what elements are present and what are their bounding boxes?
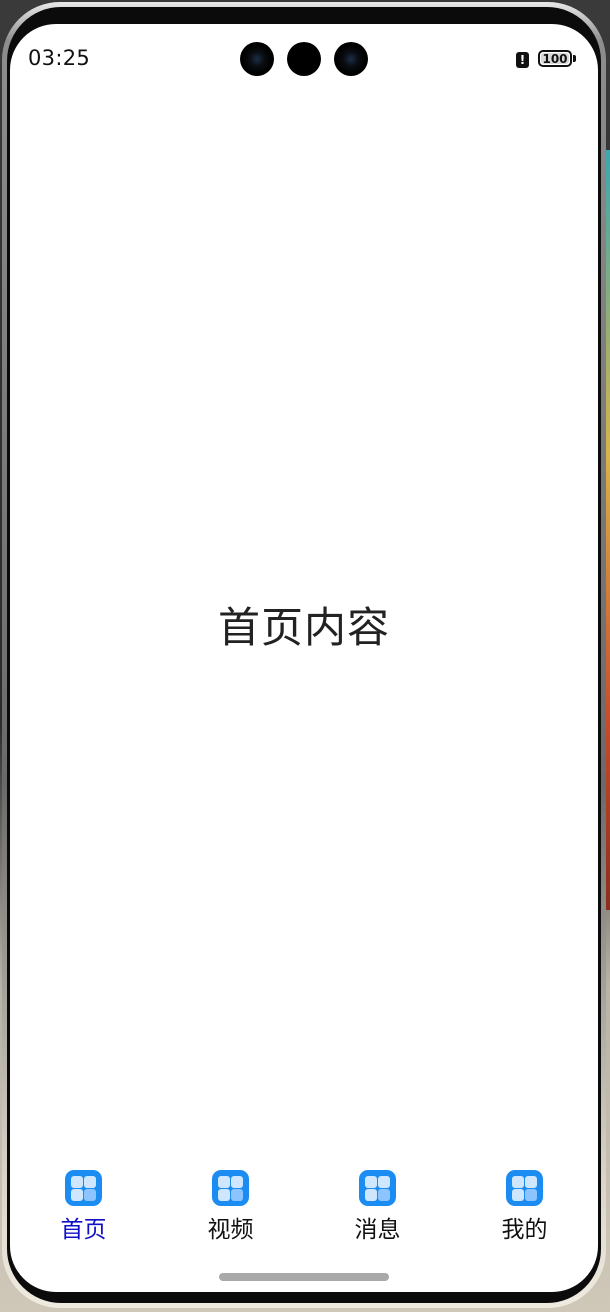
alert-icon: ! <box>516 52 529 68</box>
grid-icon <box>359 1170 396 1206</box>
grid-icon <box>65 1170 102 1206</box>
tab-label: 首页 <box>60 1217 107 1243</box>
grid-icon <box>212 1170 249 1206</box>
battery-level: 100 <box>542 52 568 66</box>
tab-label: 我的 <box>501 1217 548 1243</box>
battery-cap <box>573 55 576 62</box>
battery-icon: 100 <box>538 50 572 67</box>
bottom-tab-bar: 首页 视频 消息 我的 <box>10 1164 598 1244</box>
tab-video[interactable]: 视频 <box>157 1164 304 1244</box>
tab-label: 视频 <box>207 1217 254 1243</box>
status-time: 03:25 <box>28 46 91 70</box>
camera-sensor-icon <box>287 42 321 76</box>
phone-screen: 03:25 ! 100 首页内容 首页 视频 消息 我的 <box>10 24 598 1292</box>
tab-home[interactable]: 首页 <box>10 1164 157 1244</box>
tab-label: 消息 <box>354 1217 401 1243</box>
tab-messages[interactable]: 消息 <box>304 1164 451 1244</box>
home-indicator[interactable] <box>219 1273 389 1281</box>
page-content-text: 首页内容 <box>217 603 390 652</box>
camera-lens-icon <box>334 42 368 76</box>
tab-profile[interactable]: 我的 <box>451 1164 598 1244</box>
camera-lens-icon <box>240 42 274 76</box>
grid-icon <box>506 1170 543 1206</box>
device-frame: 03:25 ! 100 首页内容 首页 视频 消息 我的 <box>0 0 610 1312</box>
